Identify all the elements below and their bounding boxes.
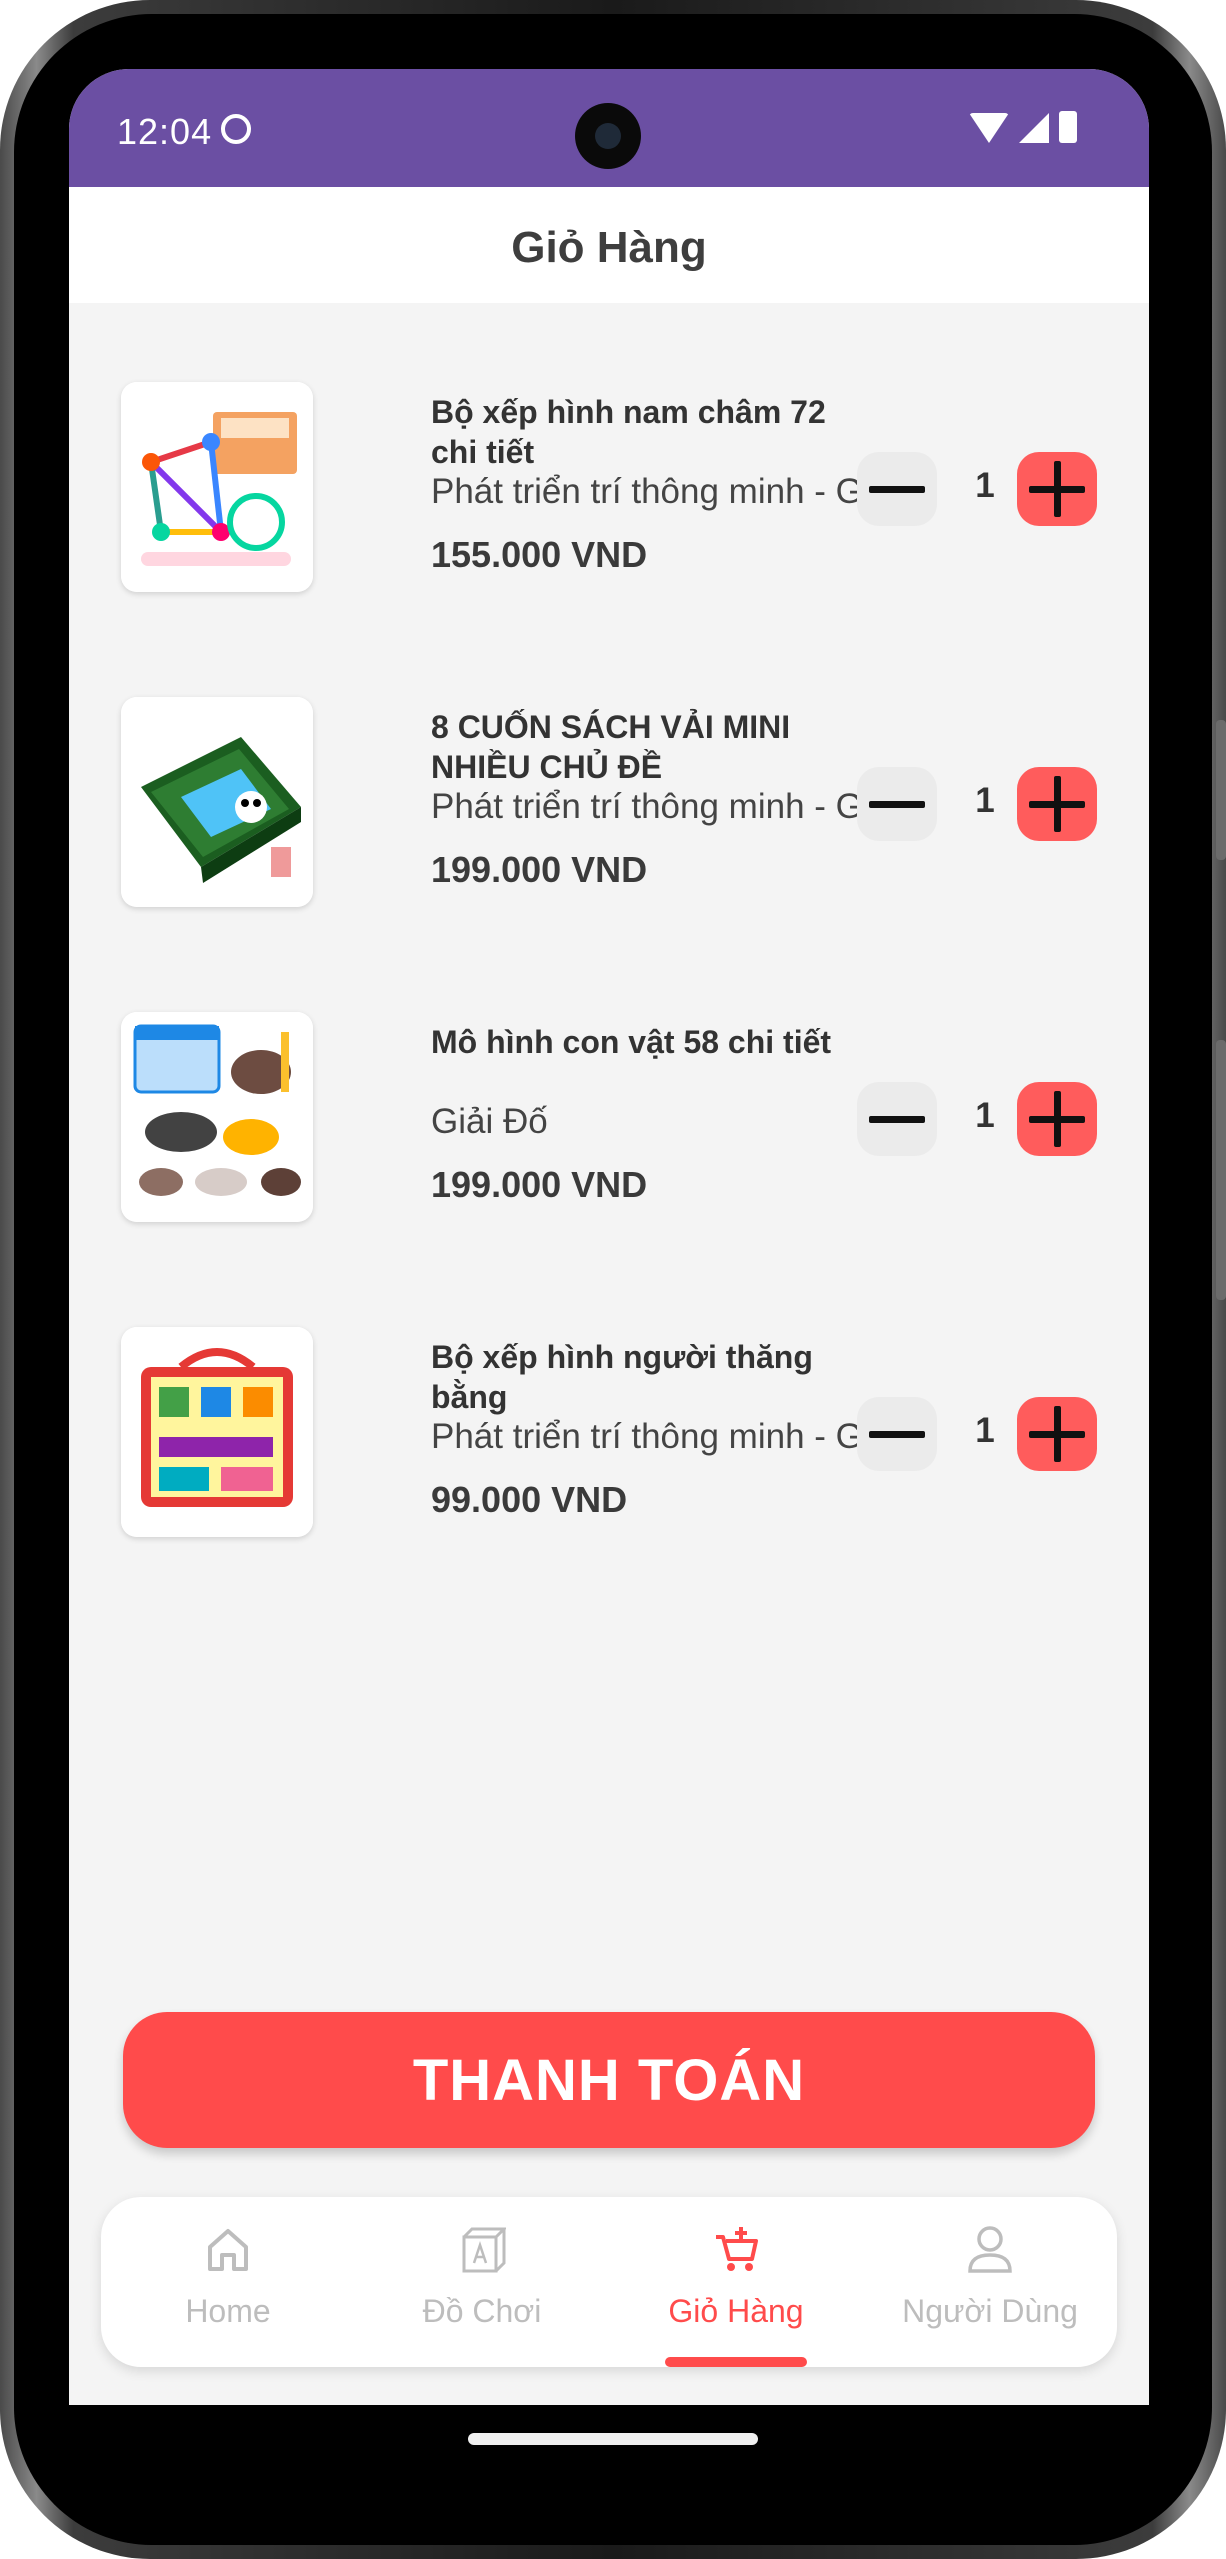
home-icon bbox=[208, 2229, 248, 2271]
increase-qty-button[interactable] bbox=[1017, 1082, 1097, 1156]
product-price: 99.000 VND bbox=[431, 1479, 628, 1520]
active-tab-indicator bbox=[665, 2357, 807, 2367]
nav-toys[interactable]: Đồ Chơi bbox=[355, 2197, 609, 2367]
status-time: 12:04 bbox=[117, 111, 213, 152]
decrease-qty-button[interactable] bbox=[857, 1082, 937, 1156]
nav-label: Đồ Chơi bbox=[422, 2293, 542, 2329]
quantity-value: 1 bbox=[975, 466, 995, 505]
product-price: 199.000 VND bbox=[431, 1164, 648, 1205]
battery-icon bbox=[1059, 111, 1077, 143]
quantity-value: 1 bbox=[975, 781, 995, 820]
page-title: Giỏ Hàng bbox=[511, 223, 707, 272]
decrease-qty-button[interactable] bbox=[857, 767, 937, 841]
product-price: 199.000 VND bbox=[431, 849, 648, 890]
cart-add-icon bbox=[716, 2227, 758, 2271]
product-image[interactable] bbox=[121, 1327, 313, 1537]
power-button bbox=[1216, 1040, 1226, 1300]
product-image[interactable] bbox=[121, 382, 313, 592]
nav-user[interactable]: Người Dùng bbox=[863, 2197, 1117, 2367]
signal-icon bbox=[1019, 113, 1049, 143]
product-price: 155.000 VND bbox=[431, 534, 648, 575]
product-category: Phát triển trí thông minh - Giải Đố bbox=[431, 472, 871, 511]
product-image[interactable] bbox=[121, 1012, 313, 1222]
status-icons bbox=[969, 111, 1077, 143]
product-category: Phát triển trí thông minh - Giải Đố bbox=[431, 787, 871, 826]
increase-qty-button[interactable] bbox=[1017, 452, 1097, 526]
home-gesture-bar[interactable] bbox=[468, 2433, 758, 2445]
status-bar: 12:04 bbox=[69, 69, 1149, 187]
volume-button bbox=[1216, 720, 1226, 860]
cart-item: 8 CUỐN SÁCH VẢI MINI NHIỀU CHỦ ĐỀ Phát t… bbox=[69, 697, 1149, 927]
quantity-value: 1 bbox=[975, 1096, 995, 1135]
wifi-icon bbox=[969, 113, 1009, 143]
nav-label: Giỏ Hàng bbox=[668, 2293, 804, 2329]
user-icon bbox=[968, 2226, 1012, 2273]
cart-item: Bộ xếp hình nam châm 72 chi tiết Phát tr… bbox=[69, 382, 1149, 612]
toy-box-icon bbox=[462, 2227, 506, 2273]
front-camera bbox=[575, 103, 641, 169]
cart-item: Mô hình con vật 58 chi tiết Giải Đố 199.… bbox=[69, 1012, 1149, 1242]
nav-home[interactable]: Home bbox=[101, 2197, 355, 2367]
increase-qty-button[interactable] bbox=[1017, 767, 1097, 841]
screen: 12:04 Giỏ Hàng Bộ xếp hình nam châm 72 c… bbox=[69, 69, 1149, 2405]
product-name: Mô hình con vật 58 chi tiết bbox=[431, 1024, 832, 1060]
nav-cart[interactable]: Giỏ Hàng bbox=[609, 2197, 863, 2367]
decrease-qty-button[interactable] bbox=[857, 452, 937, 526]
increase-qty-button[interactable] bbox=[1017, 1397, 1097, 1471]
product-name: Bộ xếp hình nam châm 72 chi tiết bbox=[431, 394, 826, 470]
bottom-navigation: Home Đồ Chơi Giỏ Hàng Người Dùng bbox=[101, 2197, 1117, 2367]
phone-frame: 12:04 Giỏ Hàng Bộ xếp hình nam châm 72 c… bbox=[0, 0, 1226, 2559]
product-category: Giải Đố bbox=[431, 1102, 548, 1141]
product-name: 8 CUỐN SÁCH VẢI MINI NHIỀU CHỦ ĐỀ bbox=[431, 709, 791, 785]
cart-item: Bộ xếp hình người thăng bằng Phát triển … bbox=[69, 1327, 1149, 1557]
product-image[interactable] bbox=[121, 697, 313, 907]
nav-label: Home bbox=[185, 2293, 271, 2329]
app-bar: Giỏ Hàng bbox=[69, 187, 1149, 303]
app-notification-icon bbox=[221, 114, 251, 144]
nav-label: Người Dùng bbox=[902, 2293, 1078, 2329]
product-category: Phát triển trí thông minh - Giải Đố bbox=[431, 1417, 871, 1456]
quantity-value: 1 bbox=[975, 1411, 995, 1450]
checkout-button[interactable]: THANH TOÁN bbox=[123, 2012, 1095, 2148]
product-name: Bộ xếp hình người thăng bằng bbox=[431, 1339, 813, 1415]
decrease-qty-button[interactable] bbox=[857, 1397, 937, 1471]
